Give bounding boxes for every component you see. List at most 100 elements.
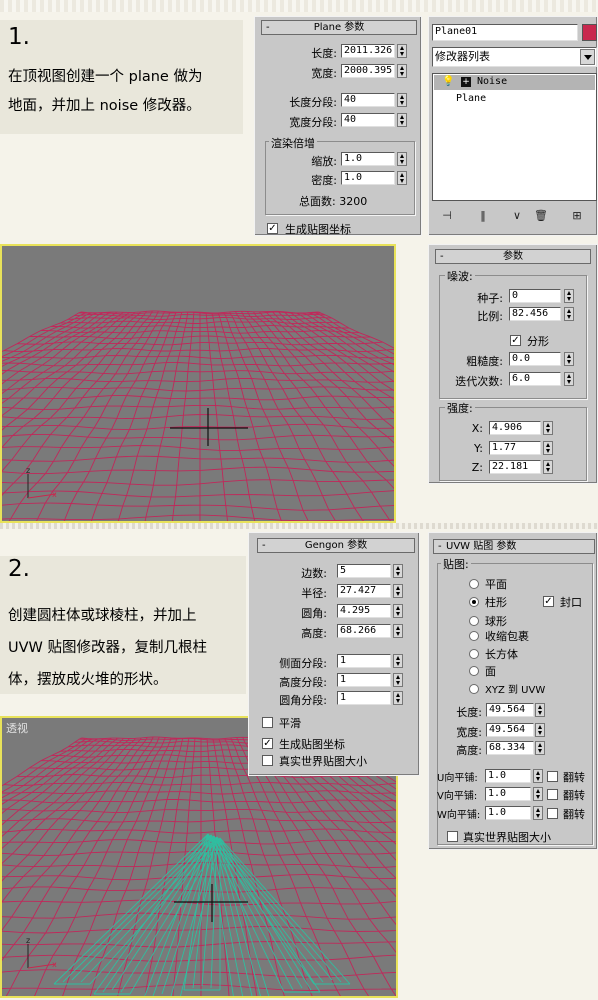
uvw-height-spinner[interactable] (535, 741, 545, 755)
fillet-input[interactable]: 4.295 (337, 604, 391, 618)
strength-group-title: 强度: (445, 400, 475, 416)
w-tile-input[interactable]: 1.0 (485, 806, 531, 820)
fillet-segs-input[interactable]: 1 (337, 691, 391, 705)
viewport-1[interactable]: z x (0, 244, 396, 523)
scale-spinner[interactable] (397, 152, 407, 166)
expand-plus-icon[interactable]: + (461, 77, 471, 87)
strength-z-input[interactable]: 22.181 (489, 460, 541, 474)
gengon-real-world-checkbox[interactable] (262, 755, 273, 766)
height-segs-input[interactable]: 1 (337, 673, 391, 687)
density-label: 密度: (311, 174, 337, 187)
uvw-params-rollout-header[interactable]: - UVW 贴图 参数 (433, 539, 595, 554)
length-input[interactable]: 2011.326 (341, 44, 395, 58)
fillet-spinner[interactable] (393, 604, 403, 618)
gen-mapping-checkbox[interactable]: ✓ (267, 223, 278, 234)
pin-stack-icon[interactable]: ⊣ (437, 208, 457, 224)
lightbulb-icon[interactable]: 💡 (442, 76, 454, 87)
cap-checkbox[interactable]: ✓ (543, 596, 554, 607)
iterations-spinner[interactable] (564, 372, 574, 386)
density-input[interactable]: 1.0 (341, 171, 395, 185)
gengon-params-rollout-header[interactable]: - Gengon 参数 (257, 538, 415, 553)
uvw-height-input[interactable]: 68.334 (486, 741, 534, 755)
radio-shrink-wrap-label: 收缩包裹 (485, 630, 529, 643)
width-spinner[interactable] (397, 64, 407, 78)
radio-box[interactable] (469, 649, 479, 659)
noise-scale-spinner[interactable] (564, 307, 574, 321)
gengon-height-input[interactable]: 68.266 (337, 624, 391, 638)
radio-cylindrical[interactable] (469, 597, 479, 607)
noise-params-rollout-header[interactable]: - 参数 (435, 249, 591, 264)
noise-scale-input[interactable]: 82.456 (509, 307, 561, 321)
u-tile-spinner[interactable] (533, 769, 543, 783)
radio-xyz-to-uvw[interactable] (469, 684, 479, 694)
roughness-input[interactable]: 0.0 (509, 352, 561, 366)
stack-item-noise[interactable]: 💡 + Noise (434, 75, 595, 90)
w-flip-checkbox[interactable] (547, 808, 558, 819)
radio-shrink-wrap[interactable] (469, 631, 479, 641)
remove-modifier-icon[interactable]: 🗑 (531, 208, 551, 224)
uvw-real-world-checkbox[interactable] (447, 831, 458, 842)
seed-spinner[interactable] (564, 289, 574, 303)
roughness-spinner[interactable] (564, 352, 574, 366)
map-group-title: 贴图: (441, 556, 471, 572)
iterations-input[interactable]: 6.0 (509, 372, 561, 386)
v-tile-spinner[interactable] (533, 787, 543, 801)
side-segs-spinner[interactable] (393, 654, 403, 668)
length-segs-spinner[interactable] (397, 93, 407, 107)
radius-spinner[interactable] (393, 584, 403, 598)
fillet-segs-spinner[interactable] (393, 691, 403, 705)
object-name-input[interactable]: Plane01 (432, 24, 578, 41)
modifier-list-label: 修改器列表 (435, 50, 490, 63)
radio-spherical[interactable] (469, 616, 479, 626)
strength-y-input[interactable]: 1.77 (489, 441, 541, 455)
strength-z-spinner[interactable] (543, 460, 553, 474)
length-label: 长度: (311, 47, 337, 60)
object-color-swatch[interactable] (582, 24, 597, 41)
noise-params-title: 参数 (503, 251, 523, 262)
width-input[interactable]: 2000.395 (341, 64, 395, 78)
seed-input[interactable]: 0 (509, 289, 561, 303)
strength-x-spinner[interactable] (543, 421, 553, 435)
seed-label: 种子: (477, 292, 503, 305)
height-segs-spinner[interactable] (393, 673, 403, 687)
plane-params-rollout-header[interactable]: - Plane 参数 (261, 20, 417, 35)
strength-x-input[interactable]: 4.906 (489, 421, 541, 435)
v-tile-input[interactable]: 1.0 (485, 787, 531, 801)
density-spinner[interactable] (397, 171, 407, 185)
step2-line-3: 体，摆放成火堆的形状。 (8, 672, 168, 688)
fractal-checkbox[interactable]: ✓ (510, 335, 521, 346)
width-segs-spinner[interactable] (397, 113, 407, 127)
fractal-label: 分形 (527, 335, 549, 348)
show-end-result-icon[interactable]: ‖ (473, 208, 493, 224)
u-tile-input[interactable]: 1.0 (485, 769, 531, 783)
stack-item-plane[interactable]: Plane (434, 92, 595, 107)
uvw-width-spinner[interactable] (535, 723, 545, 737)
sides-spinner[interactable] (393, 564, 403, 578)
viewport-2-label[interactable]: 透视 (6, 720, 28, 736)
sides-input[interactable]: 5 (337, 564, 391, 578)
u-flip-checkbox[interactable] (547, 771, 558, 782)
make-unique-icon[interactable]: ∨ (507, 208, 527, 224)
width-segs-input[interactable]: 40 (341, 113, 395, 127)
smooth-checkbox[interactable] (262, 717, 273, 728)
step1-number: 1. (8, 24, 30, 50)
configure-sets-icon[interactable]: ⊞ (567, 208, 587, 224)
radius-input[interactable]: 27.427 (337, 584, 391, 598)
length-segs-input[interactable]: 40 (341, 93, 395, 107)
side-segs-input[interactable]: 1 (337, 654, 391, 668)
modifier-list-dropdown[interactable]: 修改器列表 (432, 47, 597, 67)
uvw-width-input[interactable]: 49.564 (486, 723, 534, 737)
gengon-height-spinner[interactable] (393, 624, 403, 638)
uvw-length-input[interactable]: 49.564 (486, 703, 534, 717)
radio-planar[interactable] (469, 579, 479, 589)
scale-input[interactable]: 1.0 (341, 152, 395, 166)
w-tile-spinner[interactable] (533, 806, 543, 820)
strength-y-spinner[interactable] (543, 441, 553, 455)
v-flip-checkbox[interactable] (547, 789, 558, 800)
gengon-gen-mapping-checkbox[interactable]: ✓ (262, 738, 273, 749)
uvw-length-spinner[interactable] (535, 703, 545, 717)
radio-face[interactable] (469, 666, 479, 676)
dropdown-arrow-icon[interactable] (580, 49, 595, 65)
length-spinner[interactable] (397, 44, 407, 58)
stack-item-plane-label: Plane (456, 93, 487, 104)
